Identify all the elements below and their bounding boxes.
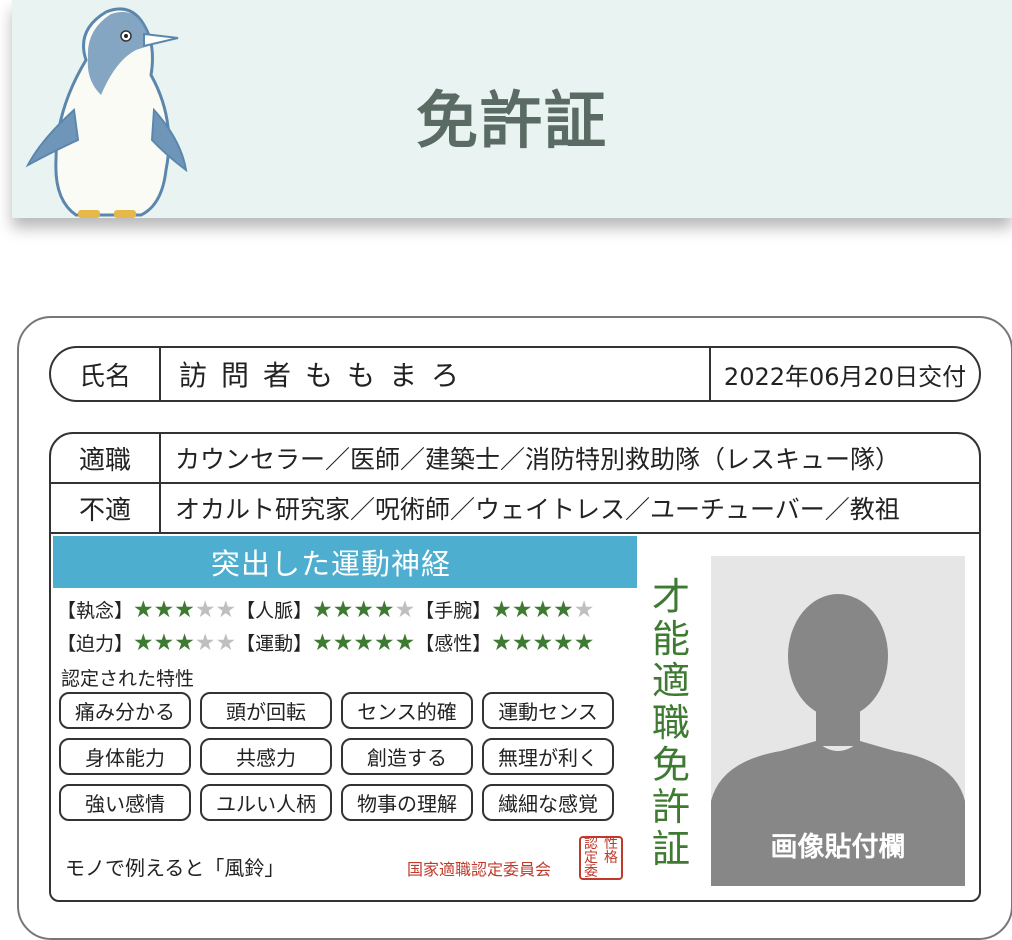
star-icon: ★	[312, 597, 333, 623]
star-icon: ★	[553, 597, 574, 623]
star-icon: ★	[194, 597, 216, 623]
stat-label: 【執念】	[57, 600, 134, 622]
star-rating: ★★★★★	[312, 630, 416, 656]
traits-label: 認定された特性	[61, 668, 195, 690]
red-seal: 認性定格委	[579, 836, 623, 880]
trait-badge: センス的確	[341, 692, 473, 729]
stats-block: 【執念】★★★★★【人脈】★★★★★【手腕】★★★★★ 【迫力】★★★★★【運動】…	[57, 594, 641, 660]
star-icon: ★	[491, 597, 512, 623]
name-label: 氏名	[51, 348, 161, 400]
name-value: 訪問者ももまろ	[179, 359, 474, 392]
stat-label: 【手腕】	[415, 600, 492, 622]
suitable-label: 適職	[51, 434, 161, 482]
star-icon: ★	[215, 597, 237, 623]
stat-label: 【運動】	[236, 633, 313, 655]
star-icon: ★	[332, 630, 354, 656]
trait-badge: ユルい人柄	[200, 784, 332, 821]
star-icon: ★	[573, 630, 595, 656]
job-section: 適職 カウンセラー／医師／建築士／消防特別救助隊（レスキュー隊） 不適 オカルト…	[49, 432, 981, 902]
star-icon: ★	[491, 630, 512, 656]
seal-char: 委	[584, 864, 598, 880]
trait-badge: 強い感情	[59, 784, 191, 821]
star-icon: ★	[374, 630, 395, 656]
photo-placeholder: 画像貼付欄	[711, 556, 965, 886]
committee-name: 国家適職認定委員会	[407, 860, 552, 879]
seal-char	[601, 865, 621, 879]
stat-label: 【迫力】	[57, 633, 134, 655]
star-icon: ★	[194, 630, 216, 656]
mono-comparison: モノで例えると「風鈴」	[65, 856, 285, 880]
trait-badge: 物事の理解	[341, 784, 473, 821]
star-icon: ★	[332, 597, 354, 623]
star-icon: ★	[573, 597, 595, 623]
vertical-title: 才能適職免許証	[651, 575, 690, 871]
trait-badge: 運動センス	[482, 692, 614, 729]
trait-badge: 頭が回転	[200, 692, 332, 729]
seal-char: 定	[584, 850, 598, 866]
star-icon: ★	[553, 630, 574, 656]
suitable-jobs: カウンセラー／医師／建築士／消防特別救助隊（レスキュー隊）	[175, 445, 901, 474]
suitable-row: 適職 カウンセラー／医師／建築士／消防特別救助隊（レスキュー隊）	[51, 434, 979, 484]
star-icon: ★	[312, 630, 333, 656]
seal-char: 認	[584, 836, 598, 852]
star-icon: ★	[153, 630, 175, 656]
trait-badge: 創造する	[341, 738, 473, 775]
star-icon: ★	[133, 597, 154, 623]
star-rating: ★★★★★	[133, 630, 237, 656]
unsuitable-jobs: オカルト研究家／呪術師／ウェイトレス／ユーチューバー／教祖	[175, 495, 900, 524]
penguin-illustration	[25, 7, 188, 218]
trait-badge: 身体能力	[59, 738, 191, 775]
star-icon: ★	[532, 597, 554, 623]
trait-badge: 無理が利く	[482, 738, 614, 775]
star-icon: ★	[174, 597, 195, 623]
stat-label: 【感性】	[415, 633, 492, 655]
photo-label: 画像貼付欄	[770, 832, 906, 863]
star-icon: ★	[394, 597, 416, 623]
star-icon: ★	[511, 597, 533, 623]
star-icon: ★	[353, 630, 375, 656]
trait-badge: 痛み分かる	[59, 692, 191, 729]
unsuitable-label: 不適	[51, 484, 161, 532]
trait-badge: 繊細な感覚	[482, 784, 614, 821]
issue-date: 2022年06月20日交付	[709, 348, 979, 400]
license-card: 氏名 訪問者ももまろ 2022年06月20日交付 適職 カウンセラー／医師／建築…	[17, 316, 1012, 940]
star-icon: ★	[374, 597, 395, 623]
star-rating: ★★★★★	[491, 630, 595, 656]
talent-banner: 突出した運動神経	[53, 536, 637, 588]
seal-char: 性	[604, 836, 618, 852]
star-icon: ★	[174, 630, 195, 656]
star-icon: ★	[353, 597, 375, 623]
trait-badge: 共感力	[200, 738, 332, 775]
name-row: 氏名 訪問者ももまろ 2022年06月20日交付	[49, 346, 981, 402]
star-rating: ★★★★★	[312, 597, 416, 623]
seal-char: 格	[604, 850, 618, 866]
star-icon: ★	[153, 597, 175, 623]
unsuitable-row: 不適 オカルト研究家／呪術師／ウェイトレス／ユーチューバー／教祖	[51, 484, 979, 534]
star-icon: ★	[215, 630, 237, 656]
star-icon: ★	[133, 630, 154, 656]
stat-label: 【人脈】	[236, 600, 313, 622]
star-rating: ★★★★★	[133, 597, 237, 623]
stat-line: 【執念】★★★★★【人脈】★★★★★【手腕】★★★★★	[57, 594, 641, 627]
star-rating: ★★★★★	[491, 597, 595, 623]
star-icon: ★	[394, 630, 416, 656]
star-icon: ★	[511, 630, 533, 656]
star-icon: ★	[532, 630, 554, 656]
stat-line: 【迫力】★★★★★【運動】★★★★★【感性】★★★★★	[57, 627, 641, 660]
